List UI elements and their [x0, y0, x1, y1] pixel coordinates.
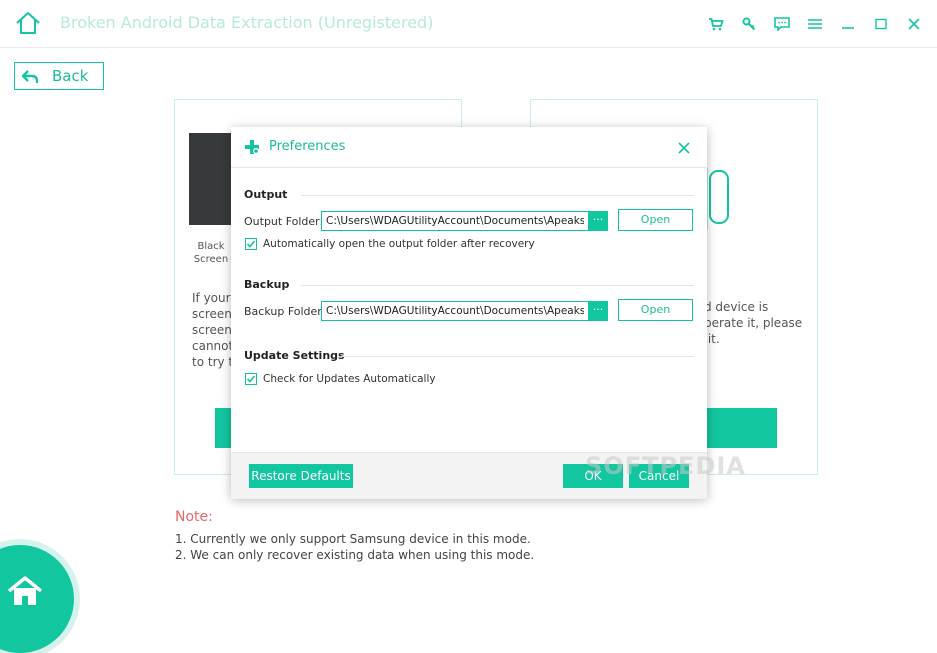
note-title: Note:	[175, 509, 213, 525]
section-divider	[301, 285, 694, 286]
card-description: If your screen screen cannot to try t	[192, 291, 234, 369]
checkmark-icon	[246, 240, 256, 248]
update-checkbox-row[interactable]: Check for Updates Automatically	[245, 373, 436, 385]
output-open-button[interactable]: Open	[618, 209, 693, 231]
dialog-close-icon[interactable]	[677, 140, 691, 154]
restore-defaults-button[interactable]: Restore Defaults	[249, 464, 353, 488]
output-heading: Output	[244, 188, 288, 201]
back-arrow-icon	[21, 69, 39, 83]
backup-browse-button[interactable]: ···	[588, 301, 608, 321]
title-bar: Broken Android Data Extraction (Unregist…	[0, 0, 937, 48]
feedback-icon[interactable]	[771, 13, 793, 35]
backup-folder-input[interactable]	[321, 301, 589, 321]
auto-open-label: Automatically open the output folder aft…	[263, 238, 535, 250]
image-label-line-2: Screen	[193, 254, 229, 265]
update-heading: Update Settings	[244, 349, 345, 362]
cart-icon[interactable]	[705, 13, 727, 35]
menu-icon[interactable]	[804, 13, 826, 35]
backup-open-button[interactable]: Open	[618, 299, 693, 321]
card-image-label: Black Screen	[189, 240, 233, 266]
checkmark-icon	[246, 375, 256, 383]
update-check-label: Check for Updates Automatically	[263, 373, 436, 385]
update-checkbox[interactable]	[245, 373, 257, 385]
back-label: Back	[52, 67, 89, 85]
minimize-icon[interactable]	[837, 13, 859, 35]
close-icon[interactable]	[903, 13, 925, 35]
auto-open-checkbox[interactable]	[245, 238, 257, 250]
backup-heading: Backup	[244, 278, 290, 291]
section-divider	[301, 195, 694, 196]
window-controls	[705, 13, 925, 35]
home-button[interactable]	[0, 545, 74, 653]
output-browse-button[interactable]: ···	[588, 211, 608, 231]
card-description: d device is perate it, please it.	[704, 300, 803, 346]
section-divider	[341, 356, 694, 357]
output-folder-input[interactable]	[321, 211, 589, 231]
note-line-2: 2. We can only recover existing data whe…	[175, 548, 535, 562]
dialog-title: Preferences	[269, 139, 346, 154]
backup-folder-label: Backup Folder:	[244, 305, 326, 318]
softpedia-watermark: SOFTPEDIA	[585, 452, 746, 480]
auto-open-checkbox-row[interactable]: Automatically open the output folder aft…	[245, 238, 535, 250]
maximize-icon[interactable]	[870, 13, 892, 35]
image-label-line-1: Black	[197, 241, 225, 252]
back-button[interactable]: Back	[14, 62, 104, 90]
app-title: Broken Android Data Extraction (Unregist…	[60, 13, 434, 32]
preferences-icon	[244, 139, 260, 155]
card-start-button[interactable]	[701, 408, 777, 448]
home-icon	[7, 576, 43, 605]
note-line-1: 1. Currently we only support Samsung dev…	[175, 532, 531, 546]
key-icon[interactable]	[738, 13, 760, 35]
home-icon[interactable]	[14, 10, 42, 36]
phone-outline-icon	[709, 170, 729, 224]
dialog-header: Preferences	[231, 127, 707, 168]
preferences-dialog: Preferences Output Output Folder: ··· Op…	[231, 127, 707, 499]
output-folder-label: Output Folder:	[244, 215, 324, 228]
